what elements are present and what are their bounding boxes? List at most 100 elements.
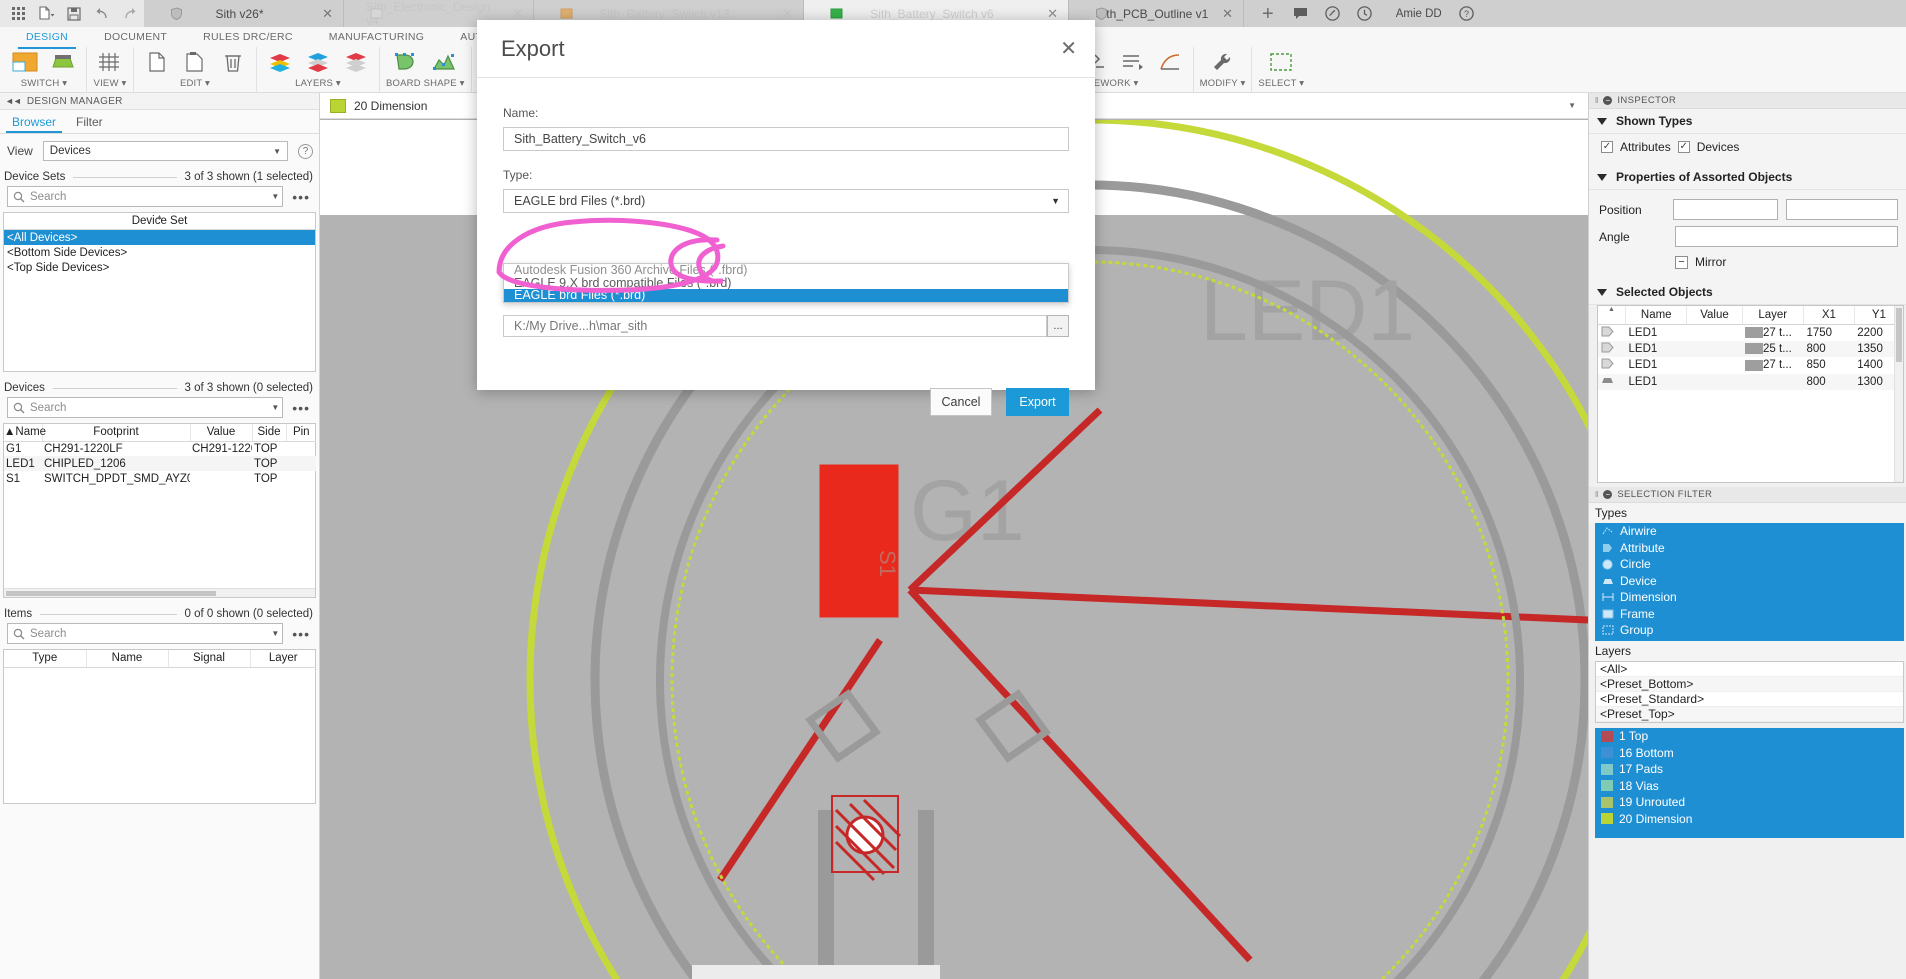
- type-dropdown-list[interactable]: Autodesk Fusion 360 Archive Files (*.fbr…: [503, 263, 1069, 303]
- selection-filter-header[interactable]: ‖ − SELECTION FILTER: [1589, 487, 1906, 503]
- comment-icon[interactable]: [1286, 0, 1316, 27]
- close-icon[interactable]: ✕: [1047, 7, 1058, 20]
- chevron-down-icon[interactable]: ▼: [271, 403, 279, 412]
- list-item[interactable]: <Top Side Devices>: [4, 260, 315, 275]
- job-status-icon[interactable]: [1350, 0, 1380, 27]
- ribbon-tab-document[interactable]: DOCUMENT: [86, 27, 185, 47]
- layer-presets-list[interactable]: <All> <Preset_Bottom> <Preset_Standard> …: [1595, 661, 1904, 723]
- panel-grip-icon[interactable]: ‖: [1595, 490, 1598, 499]
- table-row[interactable]: S1 SWITCH_DPDT_SMD_AYZ0202 TOP: [4, 471, 316, 486]
- list-item[interactable]: 19 Unrouted: [1595, 794, 1904, 811]
- close-icon[interactable]: ✕: [1060, 39, 1077, 59]
- list-item[interactable]: 16 Bottom: [1595, 745, 1904, 762]
- list-item[interactable]: <All Devices>: [4, 230, 315, 245]
- layers-blue-icon[interactable]: [301, 47, 335, 77]
- position-x-input[interactable]: [1673, 199, 1778, 220]
- attributes-checkbox[interactable]: ✓: [1601, 141, 1613, 153]
- browse-button[interactable]: ...: [1047, 315, 1069, 337]
- chevron-down-icon[interactable]: ▼: [271, 192, 279, 201]
- user-name-label[interactable]: Amie DD: [1396, 8, 1442, 20]
- ribbon-group-label[interactable]: MODIFY ▾: [1200, 77, 1246, 91]
- net-icon[interactable]: [1153, 47, 1187, 77]
- ribbon-group-label[interactable]: SWITCH ▾: [21, 77, 67, 91]
- list-item[interactable]: <Preset_Bottom>: [1596, 677, 1903, 692]
- save-icon[interactable]: [60, 0, 88, 27]
- scrollbar-thumb[interactable]: [6, 591, 216, 596]
- ribbon-tab-rules[interactable]: RULES DRC/ERC: [185, 27, 311, 47]
- devices-checkbox[interactable]: ✓: [1677, 141, 1690, 153]
- devices-horizontal-scrollbar[interactable]: [4, 588, 315, 597]
- grid-icon[interactable]: [4, 0, 32, 27]
- ribbon-tab-design[interactable]: DESIGN: [8, 27, 86, 49]
- ellipsis-icon[interactable]: •••: [289, 190, 313, 204]
- mirror-checkbox[interactable]: −: [1675, 255, 1688, 269]
- delete-icon[interactable]: [216, 47, 250, 77]
- selected-objects-table[interactable]: ▲ Name Value Layer X1 Y1 LED1 27 t... 17…: [1597, 305, 1904, 483]
- document-tab[interactable]: Sith v26* ✕: [144, 0, 344, 27]
- chevron-down-icon[interactable]: ▼: [271, 629, 279, 638]
- scrollbar-thumb[interactable]: [1896, 308, 1902, 362]
- document-tab[interactable]: Sith_PCB_Outline v1 ✕: [1069, 0, 1244, 27]
- view-select[interactable]: Devices ▼: [42, 141, 288, 161]
- table-row[interactable]: LED1 27 t... 850 1400: [1598, 357, 1903, 374]
- inspector-header[interactable]: ‖ − INSPECTOR: [1589, 93, 1906, 109]
- list-item[interactable]: Attribute: [1595, 540, 1904, 557]
- angle-input[interactable]: [1674, 226, 1898, 247]
- list-item[interactable]: <Preset_Standard>: [1596, 692, 1903, 707]
- items-search-input[interactable]: Search ▼: [7, 623, 284, 644]
- close-icon[interactable]: ✕: [322, 7, 333, 20]
- layers-red-icon[interactable]: [339, 47, 373, 77]
- undo-icon[interactable]: [88, 0, 116, 27]
- export-dialog[interactable]: Export ✕ Name: Sith_Battery_Switch_v6 Ty…: [477, 20, 1095, 416]
- device-sets-search-input[interactable]: Search ▼: [7, 186, 284, 207]
- close-icon[interactable]: ✕: [512, 7, 523, 20]
- shown-types-section[interactable]: Shown Types: [1589, 109, 1906, 134]
- copy-icon[interactable]: [140, 47, 174, 77]
- collapse-icon[interactable]: −: [1603, 490, 1613, 499]
- list-item[interactable]: <Bottom Side Devices>: [4, 245, 315, 260]
- collapse-icon[interactable]: −: [1603, 96, 1613, 105]
- add-tab-button[interactable]: +: [1252, 4, 1284, 24]
- list-item[interactable]: 1 Top: [1595, 728, 1904, 745]
- list-item[interactable]: <All>: [1596, 662, 1903, 677]
- list-item[interactable]: Device: [1595, 573, 1904, 590]
- layers-color-icon[interactable]: [263, 47, 297, 77]
- list-item[interactable]: 20 Dimension: [1595, 811, 1904, 828]
- ribbon-group-label[interactable]: BOARD SHAPE ▾: [386, 77, 465, 91]
- devices-search-input[interactable]: Search ▼: [7, 397, 284, 418]
- properties-section[interactable]: Properties of Assorted Objects: [1589, 165, 1906, 190]
- paste-icon[interactable]: [178, 47, 212, 77]
- table-row[interactable]: LED1 CHIPLED_1206 TOP: [4, 456, 316, 471]
- grid-view-icon[interactable]: [93, 47, 127, 77]
- help-icon[interactable]: ?: [1452, 0, 1482, 27]
- autoroute-icon[interactable]: [1115, 47, 1149, 77]
- ribbon-group-label[interactable]: LAYERS ▾: [295, 77, 341, 91]
- ribbon-group-label[interactable]: SELECT ▾: [1258, 77, 1304, 91]
- list-item[interactable]: <Preset_Top>: [1596, 707, 1903, 722]
- device-sets-list[interactable]: ▲ Device Set <All Devices> <Bottom Side …: [3, 212, 316, 372]
- table-row[interactable]: LED1 800 1300: [1598, 373, 1903, 390]
- type-select[interactable]: EAGLE brd Files (*.brd) ▼: [503, 189, 1069, 213]
- ellipsis-icon[interactable]: •••: [289, 401, 313, 415]
- list-item[interactable]: 18 Vias: [1595, 778, 1904, 795]
- list-item[interactable]: Frame: [1595, 606, 1904, 623]
- table-row[interactable]: LED1 27 t... 1750 2200: [1598, 324, 1903, 341]
- tab-browser[interactable]: Browser: [6, 115, 70, 133]
- dropdown-option-selected[interactable]: EAGLE brd Files (*.brd): [504, 289, 1068, 302]
- device-set-column-header[interactable]: ▲ Device Set: [4, 213, 315, 230]
- position-y-input[interactable]: [1786, 199, 1898, 220]
- cancel-button[interactable]: Cancel: [930, 388, 992, 416]
- panel-grip-icon[interactable]: ‖: [1595, 96, 1598, 105]
- double-chevron-left-icon[interactable]: ◄◄: [5, 96, 22, 106]
- ribbon-tab-manufacturing[interactable]: MANUFACTURING: [311, 27, 442, 47]
- wrench-icon[interactable]: [1206, 47, 1240, 77]
- marquee-select-icon[interactable]: [1264, 47, 1298, 77]
- ribbon-group-label[interactable]: EDIT ▾: [180, 77, 210, 91]
- list-item[interactable]: Group: [1595, 622, 1904, 639]
- selected-objects-scrollbar[interactable]: [1894, 306, 1903, 482]
- ellipsis-icon[interactable]: •••: [289, 627, 313, 641]
- layers-list[interactable]: 1 Top 16 Bottom 17 Pads 18 Vias 19 Unrou…: [1595, 728, 1904, 838]
- chevron-down-icon[interactable]: ▼: [1568, 101, 1576, 110]
- close-icon[interactable]: ✕: [782, 7, 793, 20]
- table-row[interactable]: LED1 25 t... 800 1350: [1598, 340, 1903, 357]
